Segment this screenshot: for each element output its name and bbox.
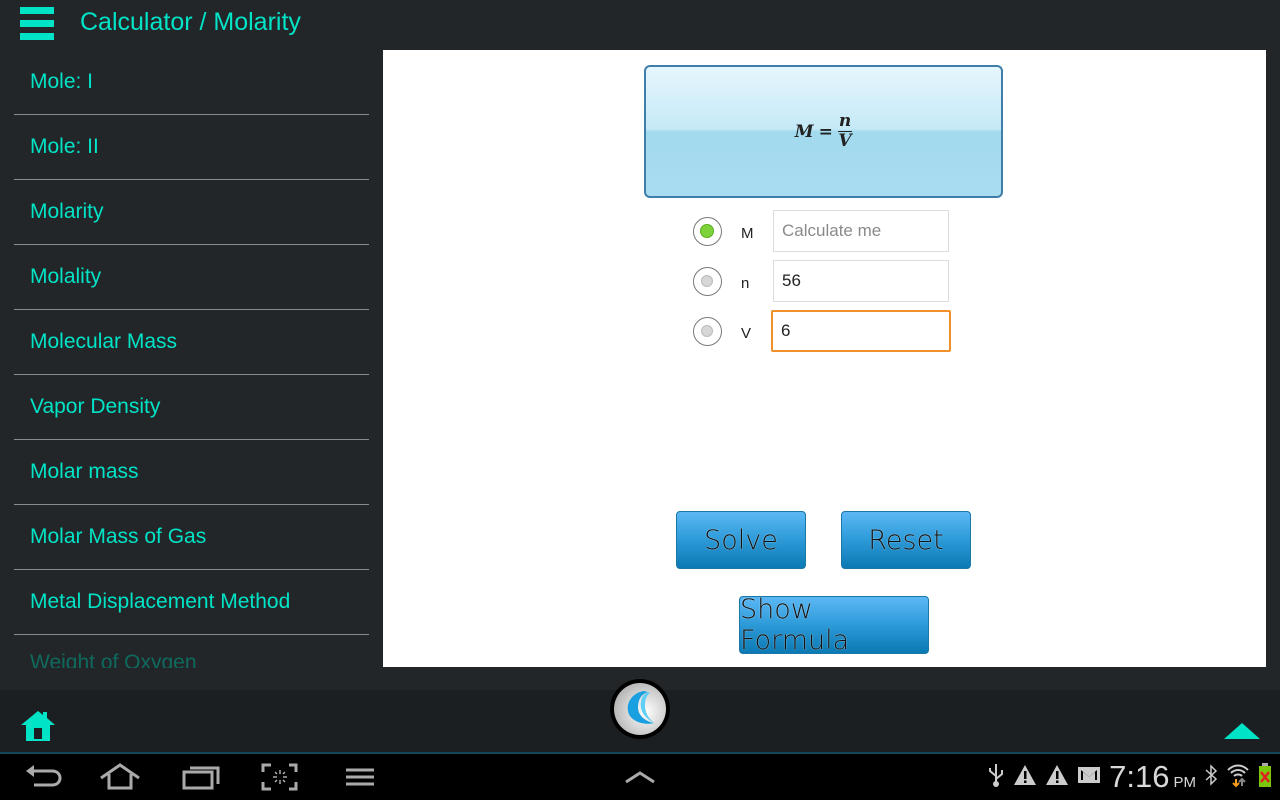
- clock-ampm: PM: [1173, 774, 1197, 791]
- sidebar-item-molar-mass-of-gas[interactable]: Molar Mass of Gas: [14, 505, 369, 570]
- var-label-v: V: [741, 325, 752, 342]
- bottom-app-bar: [0, 679, 1280, 752]
- sidebar-item-vapor-density[interactable]: Vapor Density: [14, 375, 369, 440]
- radio-m[interactable]: [693, 217, 722, 246]
- expand-chevron-up-icon[interactable]: [620, 762, 664, 792]
- hamburger-menu-icon[interactable]: [20, 6, 54, 40]
- battery-icon: [1258, 762, 1272, 793]
- show-formula-button[interactable]: Show Formula: [739, 594, 929, 656]
- scroll-up-arrow-icon[interactable]: [1224, 723, 1260, 739]
- m-input[interactable]: [773, 210, 949, 252]
- usb-icon: [987, 762, 1005, 793]
- var-label-m: M: [741, 225, 754, 242]
- n-input[interactable]: [773, 260, 949, 302]
- home-icon[interactable]: [20, 710, 56, 742]
- formula-display: M = n V: [644, 65, 1003, 198]
- sidebar-item-molar-mass[interactable]: Molar mass: [14, 440, 369, 505]
- clock: 7:16 PM: [1109, 759, 1196, 795]
- home-nav-icon[interactable]: [98, 762, 142, 792]
- sidebar-nav[interactable]: Mole: I Mole: II Molarity Molality Molec…: [14, 50, 369, 668]
- formula-numerator: n: [837, 111, 853, 132]
- action-bar: Calculator / Molarity: [0, 0, 1280, 48]
- page-title: Calculator / Molarity: [80, 8, 301, 36]
- input-row-n: n: [693, 260, 953, 302]
- calculator-panel: M = n V M n V Solve Reset Show Formula: [383, 50, 1266, 667]
- menu-nav-icon[interactable]: [340, 762, 384, 792]
- status-area[interactable]: 7:16 PM: [987, 758, 1272, 796]
- sidebar-item-mole-2[interactable]: Mole: II: [14, 115, 369, 180]
- formula-lhs: M: [794, 121, 814, 142]
- sidebar-item-molality[interactable]: Molality: [14, 245, 369, 310]
- clock-time: 7:16: [1109, 759, 1170, 794]
- reset-button[interactable]: Reset: [841, 511, 971, 569]
- sidebar-item-weight-of-oxygen[interactable]: Weight of Oxygen: [14, 635, 369, 668]
- warning-icon: [1013, 764, 1037, 791]
- var-label-n: n: [741, 275, 750, 292]
- bluetooth-icon: [1204, 763, 1218, 792]
- gmail-icon: [1077, 765, 1101, 790]
- solve-button[interactable]: Solve: [676, 511, 806, 569]
- radio-n[interactable]: [693, 267, 722, 296]
- screenshot-icon[interactable]: [258, 762, 302, 792]
- sidebar-item-mole-1[interactable]: Mole: I: [14, 50, 369, 115]
- formula-fraction: n V: [837, 111, 853, 151]
- recent-apps-icon[interactable]: [180, 762, 224, 792]
- sidebar-item-molarity[interactable]: Molarity: [14, 180, 369, 245]
- radio-v[interactable]: [693, 317, 722, 346]
- input-row-v: V: [693, 310, 953, 352]
- formula-equals: =: [818, 121, 833, 142]
- formula-denominator: V: [838, 131, 852, 151]
- sidebar-item-metal-displacement[interactable]: Metal Displacement Method: [14, 570, 369, 635]
- v-input[interactable]: [771, 310, 951, 352]
- app-logo-button[interactable]: [610, 679, 670, 739]
- sidebar-item-molecular-mass[interactable]: Molecular Mass: [14, 310, 369, 375]
- input-row-m: M: [693, 210, 953, 252]
- warning-icon-2: [1045, 764, 1069, 791]
- app-logo-icon: [614, 683, 666, 735]
- back-icon[interactable]: [22, 762, 66, 792]
- wifi-icon: [1226, 762, 1250, 793]
- system-nav-bar: 7:16 PM: [0, 754, 1280, 800]
